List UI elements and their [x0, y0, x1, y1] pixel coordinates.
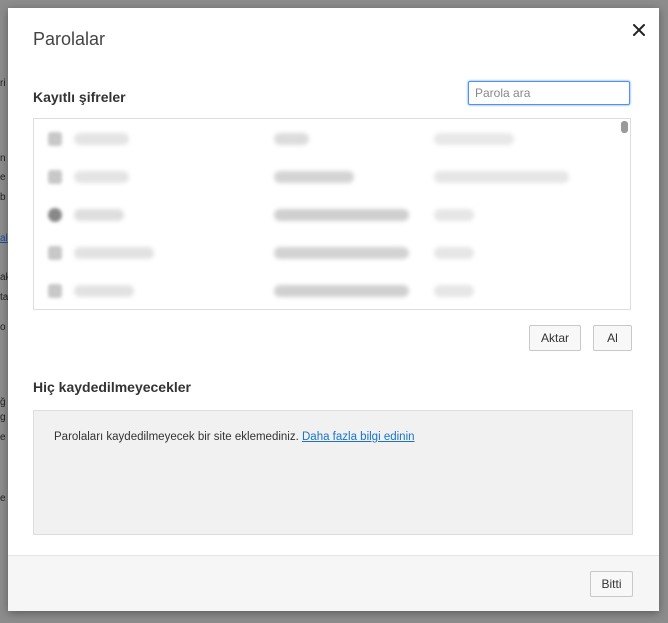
background-text-fragment: ğ	[0, 397, 6, 408]
saved-passwords-heading: Kayıtlı şifreler	[33, 89, 126, 105]
dialog-title: Parolalar	[33, 29, 106, 49]
close-icon	[633, 24, 645, 36]
password-blurred	[434, 171, 569, 183]
password-search-input[interactable]	[468, 81, 630, 105]
password-blurred	[434, 133, 514, 145]
password-blurred	[434, 209, 474, 221]
username-blurred	[274, 209, 409, 221]
site-favicon	[48, 132, 62, 146]
site-favicon	[48, 284, 62, 298]
background-text-fragment: ta	[0, 292, 8, 303]
site-favicon	[48, 208, 62, 222]
close-button[interactable]	[627, 18, 651, 42]
dialog-footer: Bitti	[8, 555, 659, 611]
password-row[interactable]	[34, 121, 620, 159]
background-text-fragment: o	[0, 322, 6, 333]
username-blurred	[274, 133, 309, 145]
background-text-fragment: e	[0, 493, 6, 504]
background-text-fragment: ak	[0, 272, 8, 283]
username-blurred	[274, 171, 354, 183]
import-button[interactable]: Al	[593, 325, 632, 351]
never-saved-message: Parolaları kaydedilmeyecek bir site ekle…	[54, 431, 302, 443]
site-blurred	[74, 133, 129, 145]
site-blurred	[74, 209, 124, 221]
background-text-fragment: ri	[0, 78, 6, 89]
passwords-dialog: Parolalar Kayıtlı şifreler Parola ara Ak…	[8, 8, 659, 611]
background-text-fragment: e	[0, 432, 6, 443]
background-link-fragment: al	[0, 233, 8, 244]
username-blurred	[274, 247, 409, 259]
never-saved-heading: Hiç kaydedilmeyecekler	[33, 379, 191, 395]
background-text-fragment: n	[0, 153, 6, 164]
list-scrollbar-thumb[interactable]	[621, 121, 628, 133]
background-text-fragment: b	[0, 192, 6, 203]
site-favicon	[48, 170, 62, 184]
password-row[interactable]	[34, 235, 620, 273]
done-button[interactable]: Bitti	[590, 571, 633, 597]
export-button[interactable]: Aktar	[529, 325, 581, 351]
never-saved-box: Parolaları kaydedilmeyecek bir site ekle…	[33, 410, 633, 535]
site-blurred	[74, 247, 154, 259]
password-row[interactable]	[34, 197, 620, 235]
password-row[interactable]	[34, 159, 620, 197]
site-blurred	[74, 171, 129, 183]
password-blurred	[434, 285, 474, 297]
site-favicon	[48, 246, 62, 260]
saved-passwords-list	[33, 118, 631, 310]
username-blurred	[274, 285, 409, 297]
learn-more-link[interactable]: Daha fazla bilgi edinin	[302, 431, 415, 443]
password-row[interactable]	[34, 273, 620, 309]
background-text-fragment: g	[0, 412, 6, 423]
background-text-fragment: e	[0, 172, 6, 183]
site-blurred	[74, 285, 134, 297]
password-blurred	[434, 247, 474, 259]
